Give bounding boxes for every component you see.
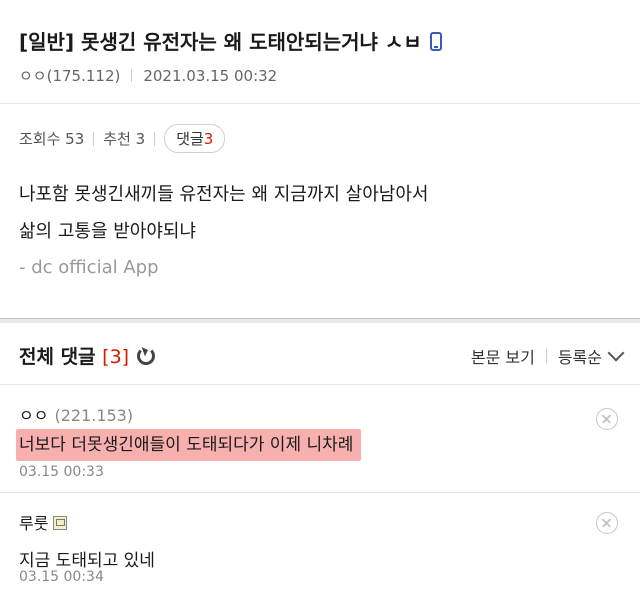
post-body: 나포함 못생긴새끼들 유전자는 왜 지금까지 살아남아서 삶의 고통을 받아야되…	[19, 176, 429, 250]
comments-title: 전체 댓글 [3]	[19, 342, 156, 369]
comment-author-name[interactable]: 루룻	[19, 514, 48, 533]
comment-date: 03.15 00:33	[19, 464, 104, 480]
close-icon[interactable]	[596, 408, 618, 430]
comments-count: [3]	[102, 346, 130, 368]
post-meta: ㅇㅇ(175.112) 2021.03.15 00:32	[19, 65, 277, 86]
comment-highlight: 너보다 더못생긴애들이 도태되다가 이제 니차례	[16, 429, 362, 461]
view-post-button[interactable]: 본문 보기	[471, 344, 535, 368]
post-title: [일반] 못생긴 유전자는 왜 도태안되는거냐 ㅅㅂ	[19, 26, 442, 55]
comment-text: 너보다 더못생긴애들이 도태되다가 이제 니차례	[16, 429, 362, 461]
comments-header: 전체 댓글 [3] 본문 보기 등록순	[0, 323, 640, 385]
comment-date: 03.15 00:34	[19, 569, 104, 585]
post-author[interactable]: ㅇㅇ(175.112)	[19, 67, 120, 85]
refresh-icon[interactable]	[137, 347, 156, 365]
post-date: 2021.03.15 00:32	[143, 67, 278, 85]
stats-divider	[154, 131, 156, 146]
comment-text: 지금 도태되고 있네	[19, 551, 155, 571]
stats-divider	[93, 131, 95, 146]
view-count: 조회수 53	[19, 130, 85, 148]
reply-count-button[interactable]: 댓글3	[164, 124, 226, 153]
comment-author: ㅇㅇ (221.153)	[19, 402, 133, 426]
comment-author-ip: (221.153)	[54, 406, 134, 425]
post-body-line: 삶의 고통을 받아야되냐	[19, 221, 197, 242]
post-header: [일반] 못생긴 유전자는 왜 도태안되는거냐 ㅅㅂ ㅇㅇ(175.112) 20…	[0, 0, 640, 104]
comment-author-name[interactable]: ㅇㅇ	[19, 406, 48, 425]
post-title-text: [일반] 못생긴 유전자는 왜 도태안되는거냐 ㅅㅂ	[19, 30, 422, 54]
reply-count: 3	[203, 130, 214, 148]
meta-divider	[131, 69, 133, 82]
chevron-down-icon[interactable]	[607, 344, 625, 361]
post-stats: 조회수 53 추천 3 댓글3	[19, 124, 226, 153]
comments-controls: 본문 보기 등록순	[471, 344, 625, 368]
user-badge-icon	[53, 516, 68, 530]
post-body-line: 나포함 못생긴새끼들 유전자는 왜 지금까지 살아남아서	[19, 184, 429, 205]
recommend-count: 추천 3	[103, 130, 146, 148]
post-signature: - dc official App	[19, 257, 159, 278]
controls-divider	[545, 349, 547, 363]
close-icon[interactable]	[596, 512, 618, 534]
mobile-phone-icon	[429, 32, 442, 51]
reply-label: 댓글	[176, 130, 204, 148]
comments-title-text: 전체 댓글	[19, 346, 96, 368]
comment-item: ㅇㅇ (221.153) 너보다 더못생긴애들이 도태되다가 이제 니차례 03.…	[0, 386, 640, 493]
comment-item: 루룻 지금 도태되고 있네 03.15 00:34	[0, 494, 640, 607]
comment-author: 루룻	[19, 510, 68, 534]
sort-dropdown[interactable]: 등록순	[558, 344, 602, 368]
